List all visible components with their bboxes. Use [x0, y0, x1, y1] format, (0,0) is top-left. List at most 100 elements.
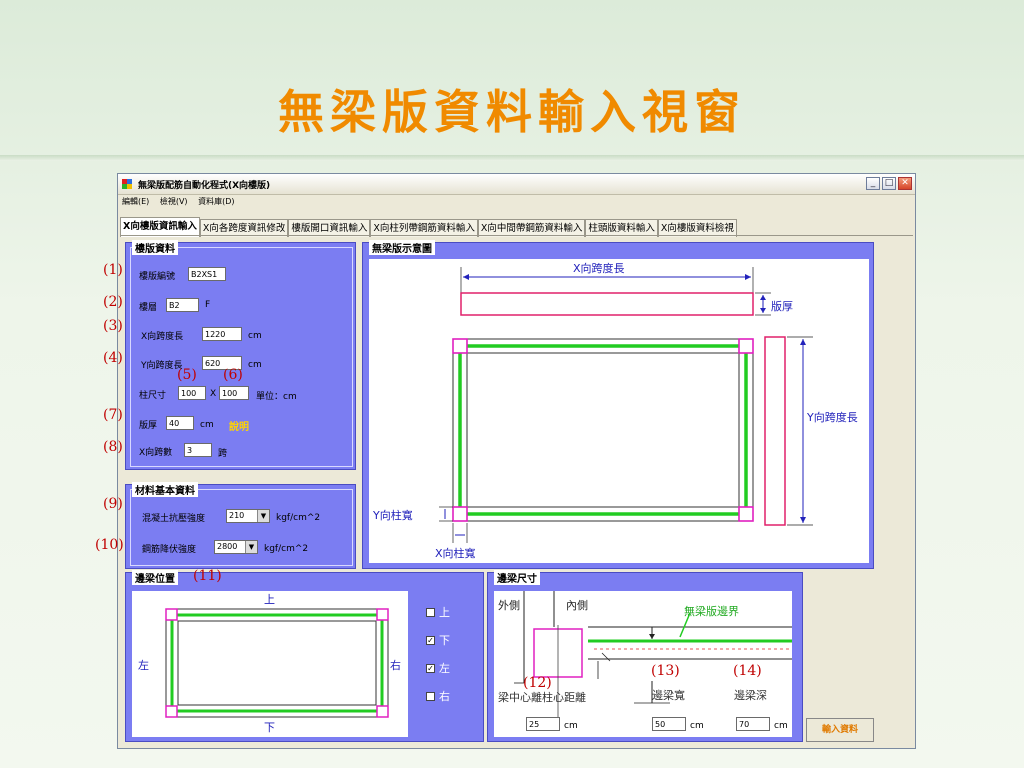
beam-distance-input[interactable]	[526, 717, 560, 731]
edge-right-check-label: 右	[439, 690, 450, 703]
schematic-diagram: X向跨度長 版厚 Y向跨度長 Y向柱寬 X向柱寬	[369, 259, 869, 563]
minimize-icon[interactable]: _	[866, 177, 880, 190]
slab-info-title: 樓版資料	[132, 240, 178, 255]
edge-size-panel: 邊梁尺寸 外側 內側 無梁版邊界 梁中心離柱心距離 邊梁寬 邊梁深 25 cm …	[487, 570, 803, 742]
menubar: 編輯(E) 檢視(V) 資料庫(D)	[122, 196, 243, 207]
y-span-unit: cm	[248, 360, 262, 370]
edge-left-checkbox[interactable]: ✓	[426, 664, 435, 673]
slab-boundary-label: 無梁版邊界	[684, 605, 739, 618]
schematic-panel: 無梁版示意圖 X向跨度長 版厚 Y向跨度長 Y向柱寬 X向柱寬	[362, 240, 874, 569]
span-count-label: X向跨數	[139, 448, 173, 458]
slab-id-input[interactable]	[188, 267, 226, 281]
edge-position-diagram: 上 下 左 右	[132, 591, 408, 737]
tab-x-slab-info[interactable]: X向樓版資訊輸入	[120, 217, 200, 237]
material-panel: 材料基本資料 混凝土抗壓強度 210 ▼ kgf/cm^2 鋼筋降伏強度 2800…	[125, 482, 356, 569]
beam-width-input[interactable]	[652, 717, 686, 731]
beam-depth-input[interactable]	[736, 717, 770, 731]
span-count-input[interactable]	[184, 443, 212, 457]
window-title: 無梁版配筋自動化程式(X向樓版)	[138, 181, 271, 191]
marker-9: (9)	[103, 496, 123, 512]
marker-5: (5)	[177, 367, 197, 383]
edge-size-title: 邊梁尺寸	[494, 570, 540, 585]
submit-data-button[interactable]: 輸入資料	[806, 718, 874, 742]
beam-width-unit: cm	[690, 721, 704, 731]
y-col-dimension: Y向柱寬	[373, 509, 413, 522]
window-titlebar[interactable]: 無梁版配筋自動化程式(X向樓版) _ □ ✕	[118, 174, 915, 195]
fc-select[interactable]: 210 ▼	[226, 509, 270, 523]
maximize-icon[interactable]: □	[882, 177, 896, 190]
edge-top-label: 上	[264, 593, 275, 606]
marker-1: (1)	[103, 262, 123, 278]
marker-13: (13)	[651, 663, 680, 679]
edge-inner-label: 內側	[566, 599, 588, 612]
app-window: 無梁版配筋自動化程式(X向樓版) _ □ ✕ 編輯(E) 檢視(V) 資料庫(D…	[117, 173, 916, 749]
column-x-sep: X	[210, 389, 217, 399]
edge-bottom-label: 下	[264, 721, 275, 734]
thickness-input[interactable]	[166, 416, 194, 430]
slab-id-label: 樓版編號	[139, 272, 176, 282]
edge-bottom-checkbox[interactable]: ✓	[426, 636, 435, 645]
x-span-label: X向跨度長	[141, 332, 184, 342]
fc-unit: kgf/cm^2	[276, 513, 321, 523]
marker-14: (14)	[733, 663, 762, 679]
fy-label: 鋼筋降伏強度	[142, 545, 197, 555]
marker-12: (12)	[523, 675, 552, 691]
edge-position-title: 邊梁位置	[132, 570, 178, 585]
title-band	[0, 155, 1024, 161]
marker-10: (10)	[95, 537, 124, 553]
edge-left-label: 左	[138, 659, 149, 672]
edge-top-checkbox[interactable]	[426, 608, 435, 617]
slab-info-panel: 樓版資料 樓版編號 樓層 F X向跨度長 cm Y向跨度長 cm 柱尺寸 X 單…	[125, 240, 356, 470]
edge-top-check-label: 上	[439, 606, 450, 619]
schematic-title: 無梁版示意圖	[369, 240, 435, 255]
dropdown-arrow-icon: ▼	[257, 510, 269, 522]
marker-6: (6)	[223, 367, 243, 383]
x-span-dimension: X向跨度長	[573, 262, 625, 275]
x-col-dimension: X向柱寬	[435, 547, 476, 560]
explain-link[interactable]: 說明	[229, 418, 249, 433]
column-unit: 單位：cm	[256, 392, 297, 402]
thickness-dimension: 版厚	[771, 300, 793, 313]
menu-view[interactable]: 檢視(V)	[160, 197, 188, 206]
marker-2: (2)	[103, 294, 123, 310]
edge-left-check-label: 左	[439, 662, 450, 675]
edge-outer-label: 外側	[498, 599, 520, 612]
x-span-unit: cm	[248, 331, 262, 341]
floor-input[interactable]	[166, 298, 199, 312]
span-count-unit: 跨	[218, 449, 228, 459]
x-span-input[interactable]	[202, 327, 242, 341]
marker-3: (3)	[103, 318, 123, 334]
thickness-label: 版厚	[139, 421, 158, 431]
tab-strip: X向樓版資訊輸入 X向各跨度資訊修改 樓版開口資訊輸入 X向柱列帶鋼筋資料輸入 X向中間…	[120, 217, 737, 237]
fy-select[interactable]: 2800 ▼	[214, 540, 258, 554]
column-size-label: 柱尺寸	[139, 391, 167, 401]
menu-edit[interactable]: 編輯(E)	[122, 197, 149, 206]
edge-position-drawing	[165, 608, 389, 718]
column-x-input[interactable]	[178, 386, 206, 400]
floor-label: 樓層	[139, 303, 158, 313]
beam-distance-label: 梁中心離柱心距離	[498, 691, 586, 704]
beam-depth-unit: cm	[774, 721, 788, 731]
material-title: 材料基本資料	[132, 482, 198, 497]
menu-database[interactable]: 資料庫(D)	[198, 197, 234, 206]
schematic-drawing	[439, 267, 813, 543]
app-icon	[122, 179, 132, 189]
marker-7: (7)	[103, 407, 123, 423]
edge-bottom-check-label: 下	[439, 634, 450, 647]
floor-unit: F	[205, 300, 211, 310]
thickness-unit: cm	[200, 420, 214, 430]
close-icon[interactable]: ✕	[898, 177, 912, 190]
edge-position-panel: 邊梁位置 上 下 左 右 上 ✓ 下 ✓ 左 右	[125, 570, 484, 742]
edge-right-checkbox[interactable]	[426, 692, 435, 701]
marker-11: (11)	[193, 568, 222, 584]
edge-right-label: 右	[390, 659, 401, 672]
beam-distance-unit: cm	[564, 721, 578, 731]
beam-width-label: 邊梁寬	[652, 689, 685, 702]
marker-8: (8)	[103, 439, 123, 455]
fc-label: 混凝土抗壓強度	[142, 514, 206, 524]
beam-depth-label: 邊梁深	[734, 689, 767, 702]
slide-title: 無梁版資料輸入視窗	[278, 85, 746, 139]
column-y-input[interactable]	[219, 386, 249, 400]
dropdown-arrow-icon: ▼	[245, 541, 257, 553]
y-span-dimension: Y向跨度長	[807, 411, 858, 424]
